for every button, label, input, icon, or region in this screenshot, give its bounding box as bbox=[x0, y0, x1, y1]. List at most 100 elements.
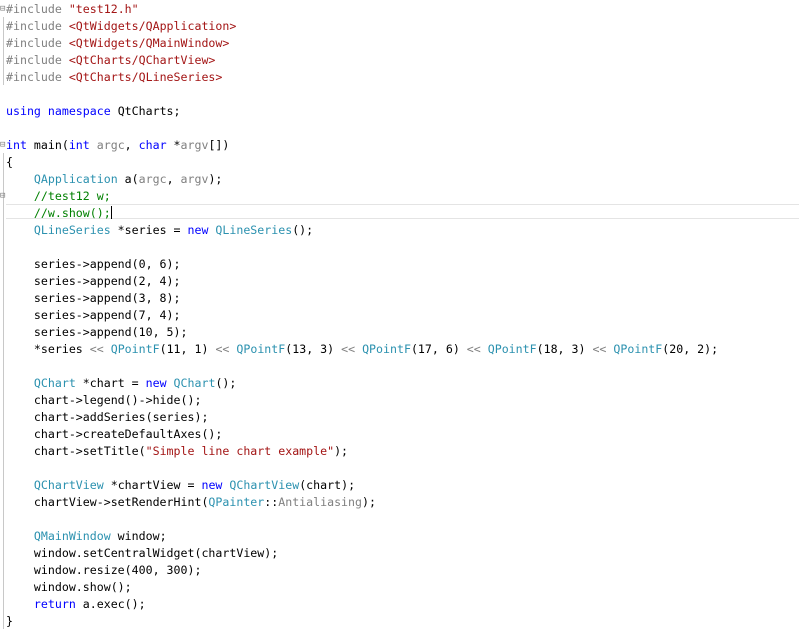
code-line[interactable]: //w.show(); bbox=[0, 205, 799, 222]
code-token: #include bbox=[6, 70, 69, 84]
code-token: //w.show(); bbox=[6, 206, 111, 220]
code-token: << bbox=[592, 342, 607, 356]
code-token: QPointF bbox=[236, 342, 286, 356]
code-line[interactable] bbox=[0, 239, 799, 256]
code-token: "test12.h" bbox=[68, 2, 139, 16]
code-token: a.exec(); bbox=[82, 597, 146, 611]
code-token: chartView->setRenderHint( bbox=[6, 495, 209, 509]
code-token: QPainter bbox=[208, 495, 265, 509]
code-token: ); bbox=[334, 444, 349, 458]
code-line[interactable]: ⊟ #include "test12.h" bbox=[0, 1, 799, 18]
code-token: *series = bbox=[110, 223, 188, 237]
code-line[interactable]: QChart *chart = new QChart(); bbox=[0, 375, 799, 392]
code-text: window.resize(400, 300); bbox=[6, 562, 202, 579]
code-line[interactable]: chart->setTitle("Simple line chart examp… bbox=[0, 443, 799, 460]
code-token: #include bbox=[6, 36, 69, 50]
code-text: window.setCentralWidget(chartView); bbox=[6, 545, 278, 562]
code-token: <QtWidgets/QMainWindow> bbox=[68, 36, 230, 50]
code-line[interactable]: series->append(2, 4); bbox=[0, 273, 799, 290]
code-line[interactable] bbox=[0, 86, 799, 103]
code-token: using namespace bbox=[6, 104, 118, 118]
code-text: } bbox=[6, 613, 13, 630]
code-token: QtCharts; bbox=[117, 104, 181, 118]
code-token: "Simple line chart example" bbox=[145, 444, 335, 458]
code-token: #include bbox=[6, 2, 69, 16]
code-line[interactable]: QMainWindow window; bbox=[0, 528, 799, 545]
code-line[interactable]: QChartView *chartView = new QChartView(c… bbox=[0, 477, 799, 494]
code-token: , bbox=[166, 172, 181, 186]
code-token: * bbox=[173, 138, 181, 152]
code-token: << bbox=[341, 342, 356, 356]
code-line[interactable]: { bbox=[0, 154, 799, 171]
code-token: << bbox=[215, 342, 230, 356]
code-line[interactable]: chartView->setRenderHint(QPainter::Antia… bbox=[0, 494, 799, 511]
code-line[interactable]: window.show(); bbox=[0, 579, 799, 596]
code-line[interactable]: series->append(3, 8); bbox=[0, 290, 799, 307]
code-text: chart->legend()->hide(); bbox=[6, 392, 202, 409]
code-text: QLineSeries *series = new QLineSeries(); bbox=[6, 222, 313, 239]
code-line[interactable]: series->append(10, 5); bbox=[0, 324, 799, 341]
code-token: QApplication bbox=[33, 172, 118, 186]
code-line[interactable]: chart->createDefaultAxes(); bbox=[0, 426, 799, 443]
code-token: QChartView bbox=[33, 478, 104, 492]
code-token: a( bbox=[117, 172, 139, 186]
code-token: << bbox=[466, 342, 481, 356]
code-line[interactable]: window.setCentralWidget(chartView); bbox=[0, 545, 799, 562]
code-text: series->append(10, 5); bbox=[6, 324, 188, 341]
code-token: { bbox=[6, 155, 13, 169]
code-token: (20, 2); bbox=[662, 342, 719, 356]
code-line[interactable]: series->append(7, 4); bbox=[0, 307, 799, 324]
code-line[interactable] bbox=[0, 120, 799, 137]
code-text: using namespace QtCharts; bbox=[6, 103, 181, 120]
code-text: chart->setTitle("Simple line chart examp… bbox=[6, 443, 348, 460]
code-editor[interactable]: ⊟ #include "test12.h" #include <QtWidgets/… bbox=[0, 0, 799, 643]
code-token: <QtCharts/QLineSeries> bbox=[68, 70, 223, 84]
code-text: window.show(); bbox=[6, 579, 132, 596]
code-line[interactable]: ⊟ //test12 w; bbox=[0, 188, 799, 205]
code-line[interactable]: #include <QtCharts/QChartView> bbox=[0, 52, 799, 69]
code-token: (); bbox=[292, 223, 314, 237]
code-line[interactable] bbox=[0, 511, 799, 528]
code-token: (11, 1) bbox=[159, 342, 216, 356]
code-token: window.resize(400, 300); bbox=[6, 563, 202, 577]
code-token: return bbox=[33, 597, 83, 611]
code-token: main( bbox=[33, 138, 69, 152]
code-text: QMainWindow window; bbox=[6, 528, 167, 545]
code-token: new bbox=[201, 478, 230, 492]
code-token: Antialiasing bbox=[278, 495, 362, 509]
code-token: QPointF bbox=[362, 342, 411, 356]
code-token: int bbox=[68, 138, 97, 152]
code-line[interactable]: series->append(0, 6); bbox=[0, 256, 799, 273]
code-line[interactable]: ⊟ int main(int argc, char *argv[]) bbox=[0, 137, 799, 154]
code-token: <QtWidgets/QApplication> bbox=[68, 19, 237, 33]
code-line[interactable] bbox=[0, 358, 799, 375]
code-token: window.show(); bbox=[6, 580, 132, 594]
code-token: QChart bbox=[33, 376, 76, 390]
code-line[interactable]: chart->legend()->hide(); bbox=[0, 392, 799, 409]
code-line[interactable]: return a.exec(); bbox=[0, 596, 799, 613]
code-line[interactable]: chart->addSeries(series); bbox=[0, 409, 799, 426]
code-token: QPointF bbox=[487, 342, 537, 356]
code-token: argc bbox=[138, 172, 167, 186]
code-line[interactable]: window.resize(400, 300); bbox=[0, 562, 799, 579]
code-token: int bbox=[6, 138, 34, 152]
code-line[interactable]: QApplication a(argc, argv); bbox=[0, 171, 799, 188]
code-line[interactable]: *series << QPointF(11, 1) << QPointF(13,… bbox=[0, 341, 799, 358]
code-line[interactable]: using namespace QtCharts; bbox=[0, 103, 799, 120]
code-line[interactable]: QLineSeries *series = new QLineSeries(); bbox=[0, 222, 799, 239]
code-token: char bbox=[138, 138, 174, 152]
code-line[interactable]: #include <QtWidgets/QMainWindow> bbox=[0, 35, 799, 52]
code-line[interactable]: } bbox=[0, 613, 799, 630]
code-token: *series bbox=[6, 342, 90, 356]
code-text: //w.show(); bbox=[6, 205, 112, 222]
code-line[interactable]: #include <QtWidgets/QApplication> bbox=[0, 18, 799, 35]
code-text: chart->createDefaultAxes(); bbox=[6, 426, 222, 443]
code-token: series->append(0, 6); bbox=[6, 257, 181, 271]
code-line[interactable]: #include <QtCharts/QLineSeries> bbox=[0, 69, 799, 86]
code-line[interactable] bbox=[0, 460, 799, 477]
code-token: , bbox=[124, 138, 139, 152]
